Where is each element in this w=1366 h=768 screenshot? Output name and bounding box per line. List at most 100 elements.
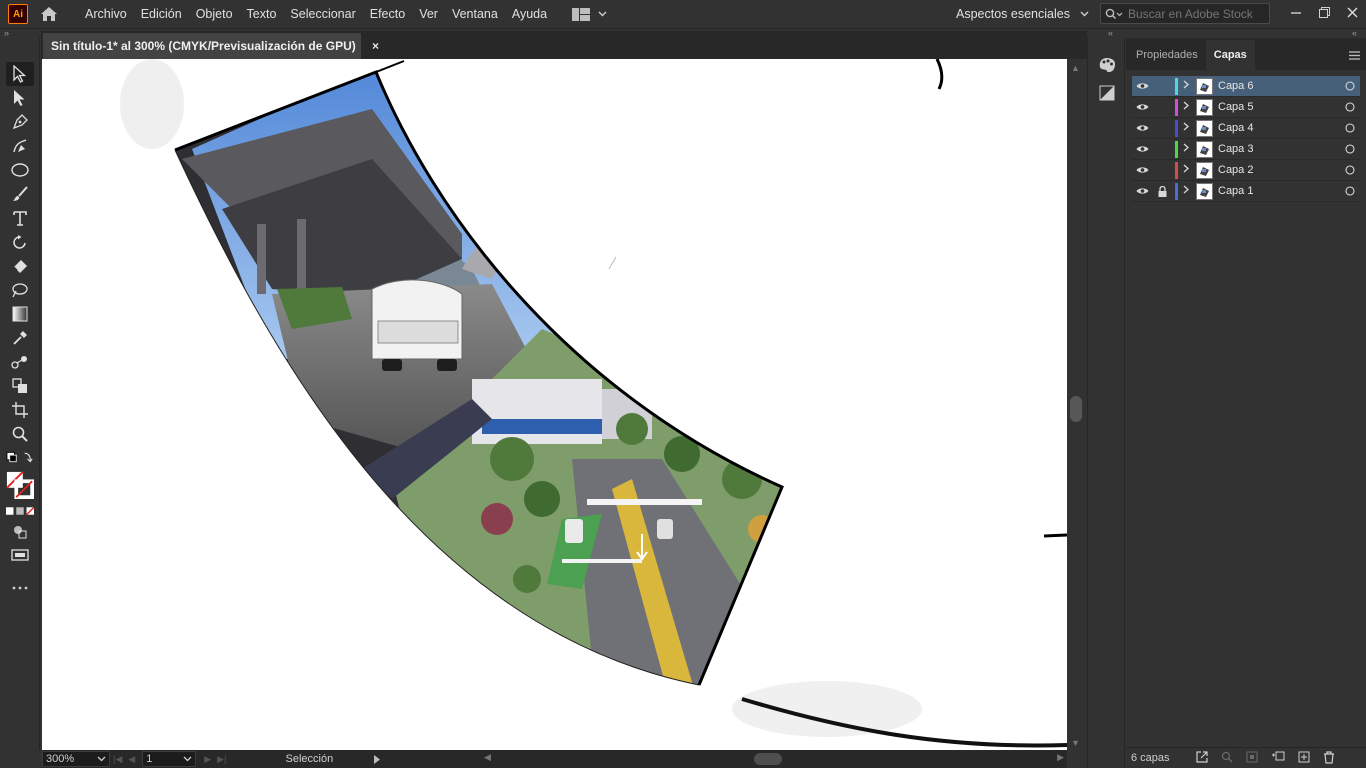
horizontal-scroll-thumb[interactable] <box>754 753 782 765</box>
target-circle-icon[interactable] <box>1340 81 1360 91</box>
clipping-mask-icon[interactable] <box>1246 751 1258 763</box>
stock-search-input[interactable] <box>1128 6 1268 21</box>
curvature-tool[interactable] <box>6 134 34 158</box>
arrange-documents-button[interactable] <box>572 7 607 21</box>
locate-object-icon[interactable] <box>1221 751 1233 763</box>
close-tab-icon[interactable]: × <box>372 39 379 53</box>
layer-name[interactable]: Capa 6 <box>1218 80 1340 92</box>
artboard-canvas[interactable] <box>42 59 1067 750</box>
trash-icon[interactable] <box>1323 751 1335 764</box>
layer-row[interactable]: Capa 5 <box>1132 97 1360 118</box>
selection-tool[interactable] <box>6 62 34 86</box>
color-palette-button[interactable] <box>1095 54 1119 76</box>
chevron-right-icon[interactable] <box>1178 122 1194 134</box>
stock-search-box[interactable] <box>1100 3 1270 24</box>
symbol-sprayer-tool[interactable] <box>6 374 34 398</box>
menu-seleccionar[interactable]: Seleccionar <box>283 0 362 28</box>
artboard-number-field[interactable]: 1 <box>142 751 197 767</box>
warped-photo-group[interactable] <box>142 59 842 750</box>
new-layer-icon[interactable] <box>1298 751 1310 763</box>
screen-mode-button[interactable] <box>6 544 34 568</box>
close-window-button[interactable] <box>1338 0 1366 24</box>
first-artboard-icon[interactable]: |◀ <box>113 754 122 765</box>
chevron-right-icon[interactable] <box>1178 143 1194 155</box>
chevron-right-icon[interactable] <box>1178 80 1194 92</box>
layer-name[interactable]: Capa 4 <box>1218 122 1340 134</box>
visibility-eye-icon[interactable] <box>1132 145 1152 153</box>
vertical-scroll-thumb[interactable] <box>1070 396 1082 422</box>
menu-ventana[interactable]: Ventana <box>445 0 505 28</box>
workspace-switcher[interactable]: Aspectos esenciales <box>946 0 1099 28</box>
menu-ayuda[interactable]: Ayuda <box>505 0 554 28</box>
blend-tool[interactable] <box>6 350 34 374</box>
zoom-tool[interactable] <box>6 422 34 446</box>
layer-row[interactable]: Capa 3 <box>1132 139 1360 160</box>
target-circle-icon[interactable] <box>1340 186 1360 196</box>
lock-icon[interactable] <box>1152 185 1172 197</box>
menu-ver[interactable]: Ver <box>412 0 445 28</box>
eraser-tool[interactable] <box>6 254 34 278</box>
artboard-tool[interactable] <box>6 398 34 422</box>
puppet-warp-tool[interactable] <box>6 278 34 302</box>
zoom-level-select[interactable]: 300% <box>42 751 110 767</box>
menu-archivo[interactable]: Archivo <box>78 0 134 28</box>
fill-stroke-swap[interactable] <box>6 448 34 466</box>
direct-selection-tool[interactable] <box>6 86 34 110</box>
menu-efecto[interactable]: Efecto <box>363 0 412 28</box>
target-circle-icon[interactable] <box>1340 123 1360 133</box>
layer-row[interactable]: Capa 1 <box>1132 181 1360 202</box>
edit-toolbar-button[interactable] <box>6 576 34 600</box>
toolbar-collapse-toggle[interactable]: » <box>4 29 40 38</box>
minimize-button[interactable] <box>1282 0 1310 24</box>
restore-button[interactable] <box>1310 0 1338 24</box>
fill-stroke-swatches[interactable] <box>6 470 34 500</box>
rotate-tool[interactable] <box>6 230 34 254</box>
target-circle-icon[interactable] <box>1340 144 1360 154</box>
layer-row[interactable]: Capa 2 <box>1132 160 1360 181</box>
target-circle-icon[interactable] <box>1340 165 1360 175</box>
scroll-right-icon[interactable]: ▶ <box>1057 752 1064 763</box>
color-mode-buttons[interactable] <box>6 504 34 518</box>
dock-collapse-toggle[interactable]: « <box>1108 29 1124 38</box>
visibility-eye-icon[interactable] <box>1132 82 1152 90</box>
chevron-right-icon[interactable] <box>1178 164 1194 176</box>
paintbrush-tool[interactable] <box>6 182 34 206</box>
panel-collapse-toggle[interactable]: « <box>1352 29 1366 38</box>
layer-row[interactable]: Capa 6 <box>1132 76 1360 97</box>
tab-propiedades[interactable]: Propiedades <box>1128 40 1206 70</box>
asset-export-button[interactable] <box>1095 82 1119 104</box>
layer-name[interactable]: Capa 5 <box>1218 101 1340 113</box>
tab-capas[interactable]: Capas <box>1205 40 1255 70</box>
menu-texto[interactable]: Texto <box>240 0 284 28</box>
vertical-scrollbar[interactable]: ▲ ▼ <box>1067 59 1085 750</box>
gradient-tool[interactable] <box>6 302 34 326</box>
chevron-right-icon[interactable] <box>1178 185 1194 197</box>
export-icon[interactable] <box>1196 751 1208 763</box>
panel-menu-icon[interactable] <box>1349 48 1360 63</box>
eyedropper-tool[interactable] <box>6 326 34 350</box>
document-tab[interactable]: Sin título-1* al 300% (CMYK/Previsualiza… <box>43 33 379 59</box>
visibility-eye-icon[interactable] <box>1132 124 1152 132</box>
target-circle-icon[interactable] <box>1340 102 1360 112</box>
draw-mode-button[interactable] <box>6 520 34 544</box>
visibility-eye-icon[interactable] <box>1132 187 1152 195</box>
chevron-right-icon[interactable] <box>1178 101 1194 113</box>
next-artboard-icon[interactable]: ▶ <box>204 754 211 765</box>
home-icon[interactable] <box>38 3 60 25</box>
scroll-up-icon[interactable]: ▲ <box>1071 63 1080 73</box>
visibility-eye-icon[interactable] <box>1132 103 1152 111</box>
last-artboard-icon[interactable]: ▶| <box>217 754 226 765</box>
menu-objeto[interactable]: Objeto <box>189 0 240 28</box>
pen-tool[interactable] <box>6 110 34 134</box>
menu-edicion[interactable]: Edición <box>134 0 189 28</box>
previous-artboard-icon[interactable]: ◀ <box>128 754 135 765</box>
horizontal-scrollbar[interactable]: ◀ ▶ <box>484 752 1064 766</box>
layer-row[interactable]: Capa 4 <box>1132 118 1360 139</box>
visibility-eye-icon[interactable] <box>1132 166 1152 174</box>
scroll-down-icon[interactable]: ▼ <box>1071 738 1080 748</box>
status-menu-arrow-icon[interactable] <box>373 754 381 764</box>
type-tool[interactable] <box>6 206 34 230</box>
scroll-left-icon[interactable]: ◀ <box>484 752 491 763</box>
layer-name[interactable]: Capa 2 <box>1218 164 1340 176</box>
layer-name[interactable]: Capa 1 <box>1218 185 1340 197</box>
